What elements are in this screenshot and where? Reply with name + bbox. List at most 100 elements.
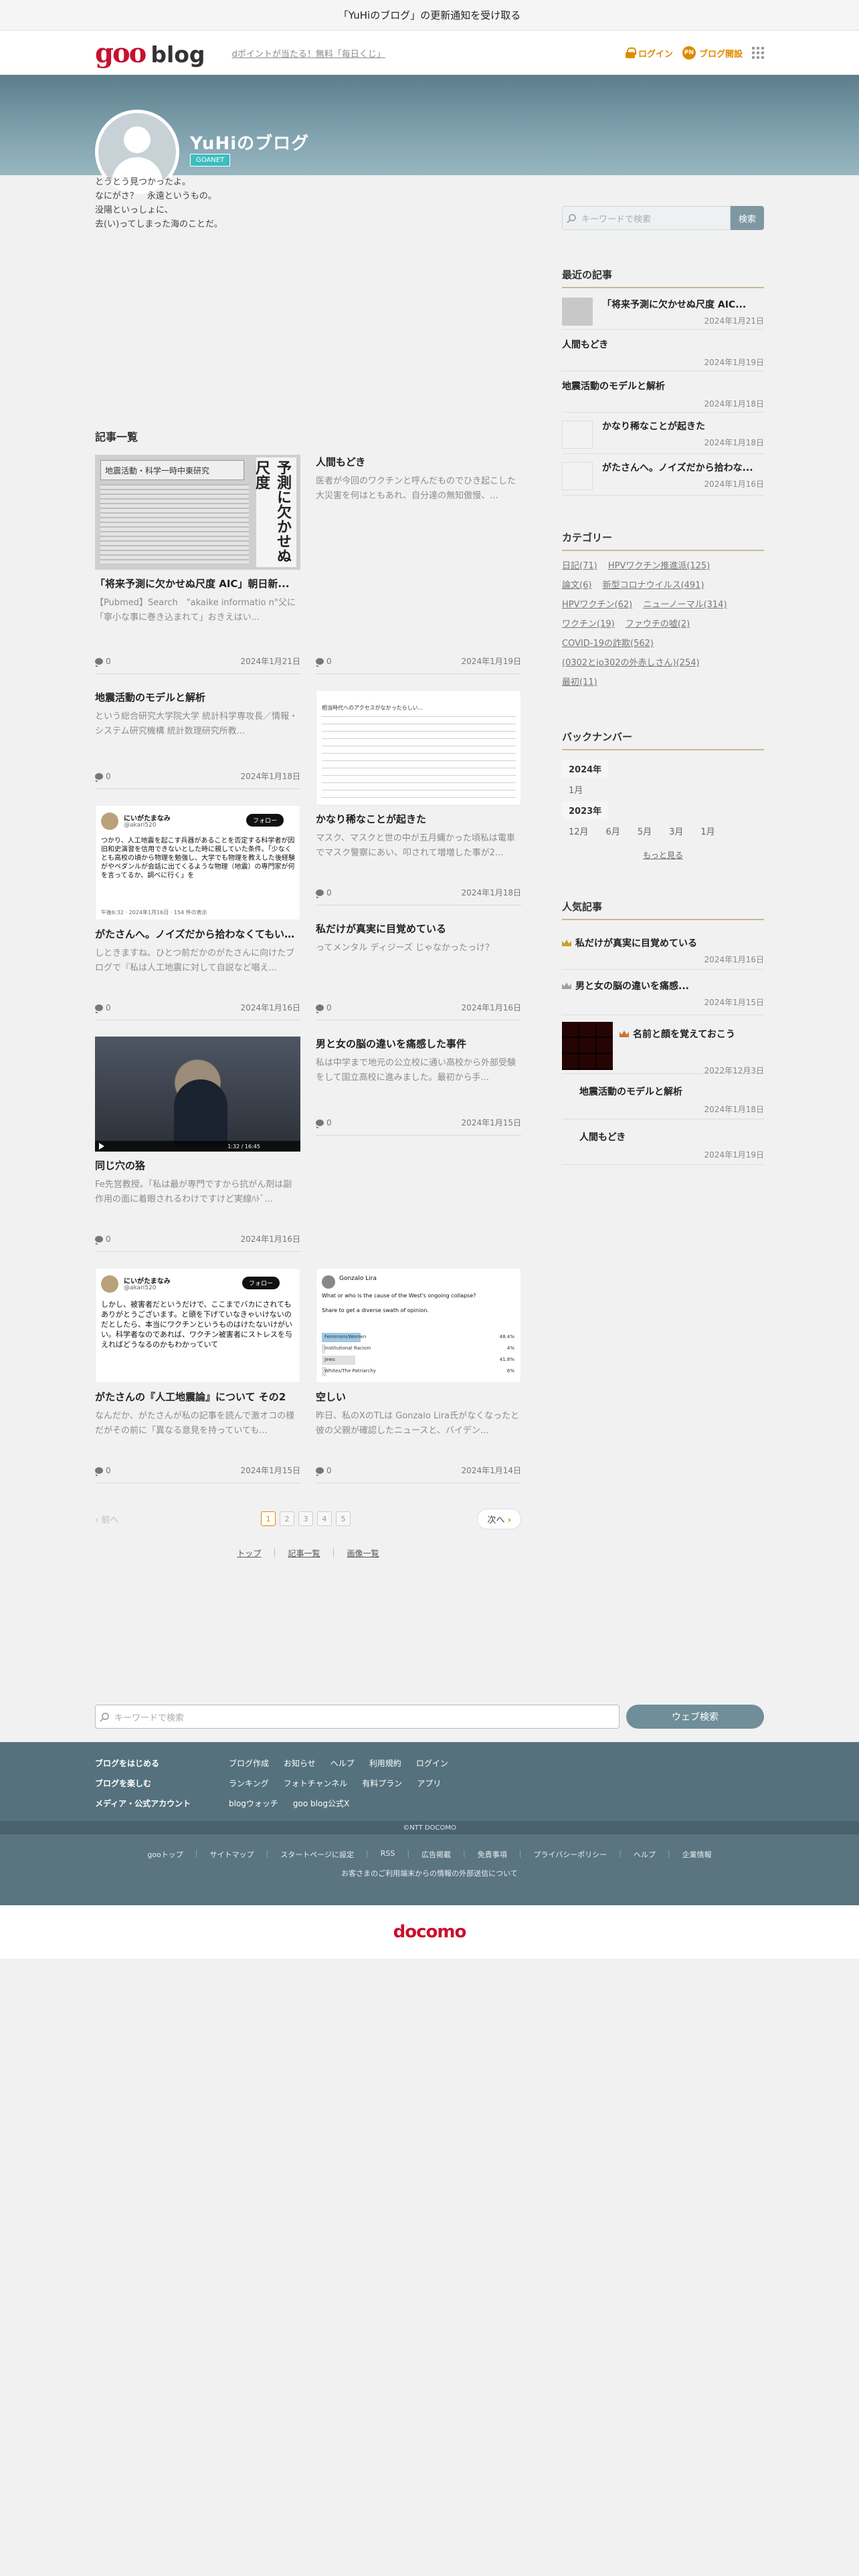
comment-count[interactable]: 0 (316, 655, 332, 667)
category-link[interactable]: 論文(6) (562, 580, 591, 591)
page-link[interactable]: 2 (280, 1511, 294, 1526)
month-link[interactable]: 3月 (669, 825, 683, 837)
pagination-prev[interactable]: ‹ 前へ (95, 1513, 118, 1525)
article-list-link[interactable]: 記事一覧 (288, 1547, 320, 1559)
month-link[interactable]: 1月 (569, 783, 583, 796)
month-link[interactable]: 5月 (638, 825, 652, 837)
comment-count[interactable]: 0 (316, 1117, 332, 1128)
recent-post-item[interactable]: がたさんへ。ノイズだから拾わな... 2024年1月16日 (562, 454, 764, 496)
page-link[interactable]: 3 (298, 1511, 313, 1526)
post-title[interactable]: 「将来予測に欠かせぬ尺度 AIC」朝日新... (95, 576, 300, 591)
footer-link[interactable]: プライバシーポリシー (533, 1849, 607, 1860)
post-card[interactable]: 1:32 / 16:45 同じ穴の狢 Fe先営教授。｢私は最が専門ですから抗がん… (95, 1037, 300, 1252)
footer-link[interactable]: スタートページに設定 (280, 1849, 354, 1860)
post-thumbnail[interactable]: 1:32 / 16:45 (95, 1037, 300, 1152)
post-title[interactable]: がたさんへ。ノイズだから拾わなくてもいい... (95, 927, 300, 941)
post-title[interactable]: かなり稀なことが起きた (316, 812, 521, 826)
post-card[interactable]: Gonzalo Lira What or who is the cause of… (316, 1268, 521, 1483)
sidebar-search-button[interactable]: 検索 (731, 206, 764, 230)
footer-link[interactable]: 有料プラン (362, 1778, 402, 1789)
footer-heading[interactable]: ブログをはじめる (95, 1757, 229, 1769)
comment-count[interactable]: 0 (95, 1465, 111, 1476)
footer-heading[interactable]: ブログを楽しむ (95, 1778, 229, 1789)
post-thumbnail[interactable]: Gonzalo Lira What or who is the cause of… (316, 1268, 521, 1383)
popular-item[interactable]: 地震活動のモデルと解析 2024年1月18日 (562, 1074, 764, 1119)
post-thumbnail[interactable]: 地震活動・科学一時中東研究 予測に欠かせぬ尺度 (95, 455, 300, 570)
update-notice-bar[interactable]: 「YuHiのブログ」の更新通知を受け取る (0, 0, 859, 31)
footer-link[interactable]: アプリ (417, 1778, 441, 1789)
footer-link[interactable]: 広告掲載 (421, 1849, 451, 1860)
category-link[interactable]: 日記(71) (562, 561, 597, 571)
post-card[interactable]: 人間もどき 医者が今回のワクチンと呼んだものでひき起こした大災害を何はともあれ、… (316, 455, 521, 674)
post-card[interactable]: 地震活動のモデルと解析 という総合研究大学院大学 統計科学専攻長／情報・システム… (95, 690, 300, 789)
footer-link[interactable]: 免責事項 (478, 1849, 507, 1860)
post-title[interactable]: 私だけが真実に目覚めている (316, 922, 521, 936)
footer-heading[interactable]: メディア・公式アカウント (95, 1798, 229, 1809)
post-card[interactable]: 私だけが真実に目覚めている ってメンタル ディジーズ じゃなかったっけ？ 0 20… (316, 922, 521, 1021)
post-title[interactable]: がたさんの『人工地震論』について その2 (95, 1390, 300, 1404)
recent-post-item[interactable]: 人間もどき 2024年1月19日 (562, 330, 764, 371)
footer-link[interactable]: gooトップ (147, 1849, 183, 1860)
popular-item[interactable]: 名前と顔を覚えておこう 2022年12月3日 (562, 1015, 764, 1075)
comment-count[interactable]: 0 (95, 770, 111, 782)
category-link[interactable]: HPVワクチン推進派(125) (608, 561, 710, 571)
apps-grid-icon[interactable] (752, 47, 764, 59)
top-link[interactable]: トップ (237, 1547, 261, 1559)
recent-post-item[interactable]: 「将来予測に欠かせぬ尺度 AIC... 2024年1月21日 (562, 288, 764, 330)
comment-count[interactable]: 0 (316, 1465, 332, 1476)
image-list-link[interactable]: 画像一覧 (347, 1547, 379, 1559)
post-thumbnail[interactable]: にいがたまなみ @akari520 フォロー しかし、被害者だというだけで、ここ… (95, 1268, 300, 1383)
footer-link[interactable]: ヘルプ (330, 1757, 355, 1769)
post-title[interactable]: 地震活動のモデルと解析 (95, 690, 300, 704)
global-search-input[interactable]: キーワードで検索 (95, 1705, 619, 1729)
category-link[interactable]: (0302とio302の外赤しさん)(254) (562, 658, 700, 668)
post-card[interactable]: 相当時代へのアクセスがなかったらしい... かなり稀なことが起きた マスク、マス… (316, 690, 521, 905)
month-link[interactable]: 1月 (700, 825, 714, 837)
page-link[interactable]: 5 (336, 1511, 351, 1526)
category-link[interactable]: COVID-19の詐欺(562) (562, 639, 654, 649)
post-card[interactable]: にいがたまなみ @akari520 フォロー つかり、人工地震を起こす兵器がある… (95, 805, 300, 1021)
blog-title[interactable]: YuHiのブログ (190, 130, 309, 154)
post-title[interactable]: 人間もどき (316, 455, 521, 469)
web-search-button[interactable]: ウェブ検索 (626, 1705, 764, 1729)
category-link[interactable]: 新型コロナウイルス(491) (603, 580, 704, 591)
category-link[interactable]: ファウチの嘘(2) (626, 619, 690, 629)
post-title[interactable]: 空しい (316, 1390, 521, 1404)
footer-link[interactable]: RSS (381, 1849, 395, 1860)
footer-link[interactable]: 企業情報 (682, 1849, 712, 1860)
post-title[interactable]: 同じ穴の狢 (95, 1158, 300, 1172)
popular-item[interactable]: 人間もどき 2024年1月19日 (562, 1119, 764, 1165)
docomo-logo[interactable]: docomo (0, 1905, 859, 1959)
page-link[interactable]: 1 (261, 1511, 276, 1526)
post-card[interactable]: 男と女の脳の違いを痛感した事件 私は中学まで地元の公立校に通い高校から外部受験を… (316, 1037, 521, 1136)
page-link[interactable]: 4 (317, 1511, 332, 1526)
footer-link[interactable]: ヘルプ (634, 1849, 656, 1860)
footer-link[interactable]: blogウォッチ (229, 1798, 278, 1809)
comment-count[interactable]: 0 (95, 1002, 111, 1013)
comment-count[interactable]: 0 (95, 655, 111, 667)
footer-link[interactable]: goo blog公式X (293, 1798, 349, 1809)
month-link[interactable]: 12月 (569, 825, 589, 837)
footer-link[interactable]: ブログ作成 (229, 1757, 269, 1769)
recent-post-item[interactable]: かなり稀なことが起きた 2024年1月18日 (562, 413, 764, 454)
post-card[interactable]: 地震活動・科学一時中東研究 予測に欠かせぬ尺度 「将来予測に欠かせぬ尺度 AIC… (95, 455, 300, 674)
post-title[interactable]: 男と女の脳の違いを痛感した事件 (316, 1037, 521, 1051)
footer-link[interactable]: サイトマップ (209, 1849, 254, 1860)
post-thumbnail[interactable]: にいがたまなみ @akari520 フォロー つかり、人工地震を起こす兵器がある… (95, 805, 300, 920)
recent-post-item[interactable]: 地震活動のモデルと解析 2024年1月18日 (562, 371, 764, 413)
comment-count[interactable]: 0 (316, 1002, 332, 1013)
more-backnumber-link[interactable]: もっと見る (562, 849, 764, 861)
month-link[interactable]: 6月 (606, 825, 620, 837)
register-blog-link[interactable]: PN ブログ開設 (682, 46, 743, 60)
promo-link[interactable]: dポイントが当たる！無料「毎日くじ」 (232, 47, 385, 60)
category-link[interactable]: HPVワクチン(62) (562, 600, 632, 610)
footer-link[interactable]: お知らせ (284, 1757, 316, 1769)
footer-link[interactable]: 利用規約 (369, 1757, 401, 1769)
post-thumbnail[interactable]: 相当時代へのアクセスがなかったらしい... (316, 690, 521, 805)
footer-link[interactable]: ランキング (229, 1778, 269, 1789)
post-card[interactable]: にいがたまなみ @akari520 フォロー しかし、被害者だというだけで、ここ… (95, 1268, 300, 1483)
popular-item[interactable]: 男と女の脳の違いを痛感... 2024年1月15日 (562, 970, 764, 1015)
external-transmission-link[interactable]: お客さまのご利用端末からの情報の外部送信について (0, 1868, 859, 1879)
category-link[interactable]: ワクチン(19) (562, 619, 615, 629)
pagination-next[interactable]: 次へ › (477, 1508, 521, 1529)
